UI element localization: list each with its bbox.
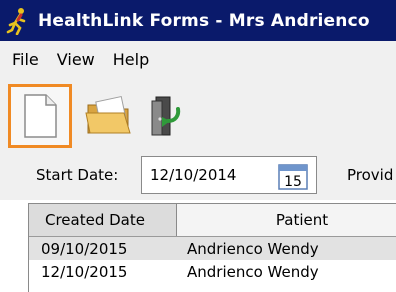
toolbar: [0, 78, 396, 150]
open-folder-icon: [85, 95, 131, 134]
window-title: HealthLink Forms - Mrs Andrienco: [38, 10, 370, 31]
open-form-button[interactable]: [78, 84, 142, 148]
cell-created-date: 12/10/2015: [41, 262, 128, 281]
cell-patient: Andrienco Wendy: [187, 239, 319, 258]
calendar-icon[interactable]: 15: [278, 162, 308, 190]
menu-bar: File View Help: [0, 41, 396, 78]
column-created-date[interactable]: Created Date: [29, 204, 177, 236]
new-document-icon: [24, 94, 57, 138]
forms-grid[interactable]: Created Date Patient 09/10/2015 Andrienc…: [28, 203, 396, 292]
column-patient[interactable]: Patient: [177, 204, 396, 236]
start-date-label: Start Date:: [36, 166, 119, 184]
menu-file[interactable]: File: [12, 50, 39, 69]
start-date-value[interactable]: 12/10/2014: [150, 166, 236, 184]
cell-patient: Andrienco Wendy: [187, 262, 319, 281]
calendar-day-number: 15: [284, 174, 302, 190]
exit-button[interactable]: [134, 84, 198, 148]
table-row[interactable]: 12/10/2015 Andrienco Wendy: [29, 260, 396, 283]
filter-bar: Start Date: 12/10/2014 15 Provid: [0, 150, 396, 200]
start-date-picker[interactable]: 12/10/2014 15: [141, 156, 317, 194]
grid-header: Created Date Patient: [29, 204, 396, 237]
cell-created-date: 09/10/2015: [41, 239, 128, 258]
menu-help[interactable]: Help: [113, 50, 149, 69]
provider-label: Provid: [347, 166, 394, 184]
exit-door-icon: [151, 96, 181, 136]
runner-icon: [6, 7, 26, 35]
new-form-button[interactable]: [8, 84, 72, 148]
title-bar: HealthLink Forms - Mrs Andrienco: [0, 0, 396, 41]
menu-view[interactable]: View: [57, 50, 95, 69]
table-row[interactable]: 09/10/2015 Andrienco Wendy: [29, 237, 396, 260]
